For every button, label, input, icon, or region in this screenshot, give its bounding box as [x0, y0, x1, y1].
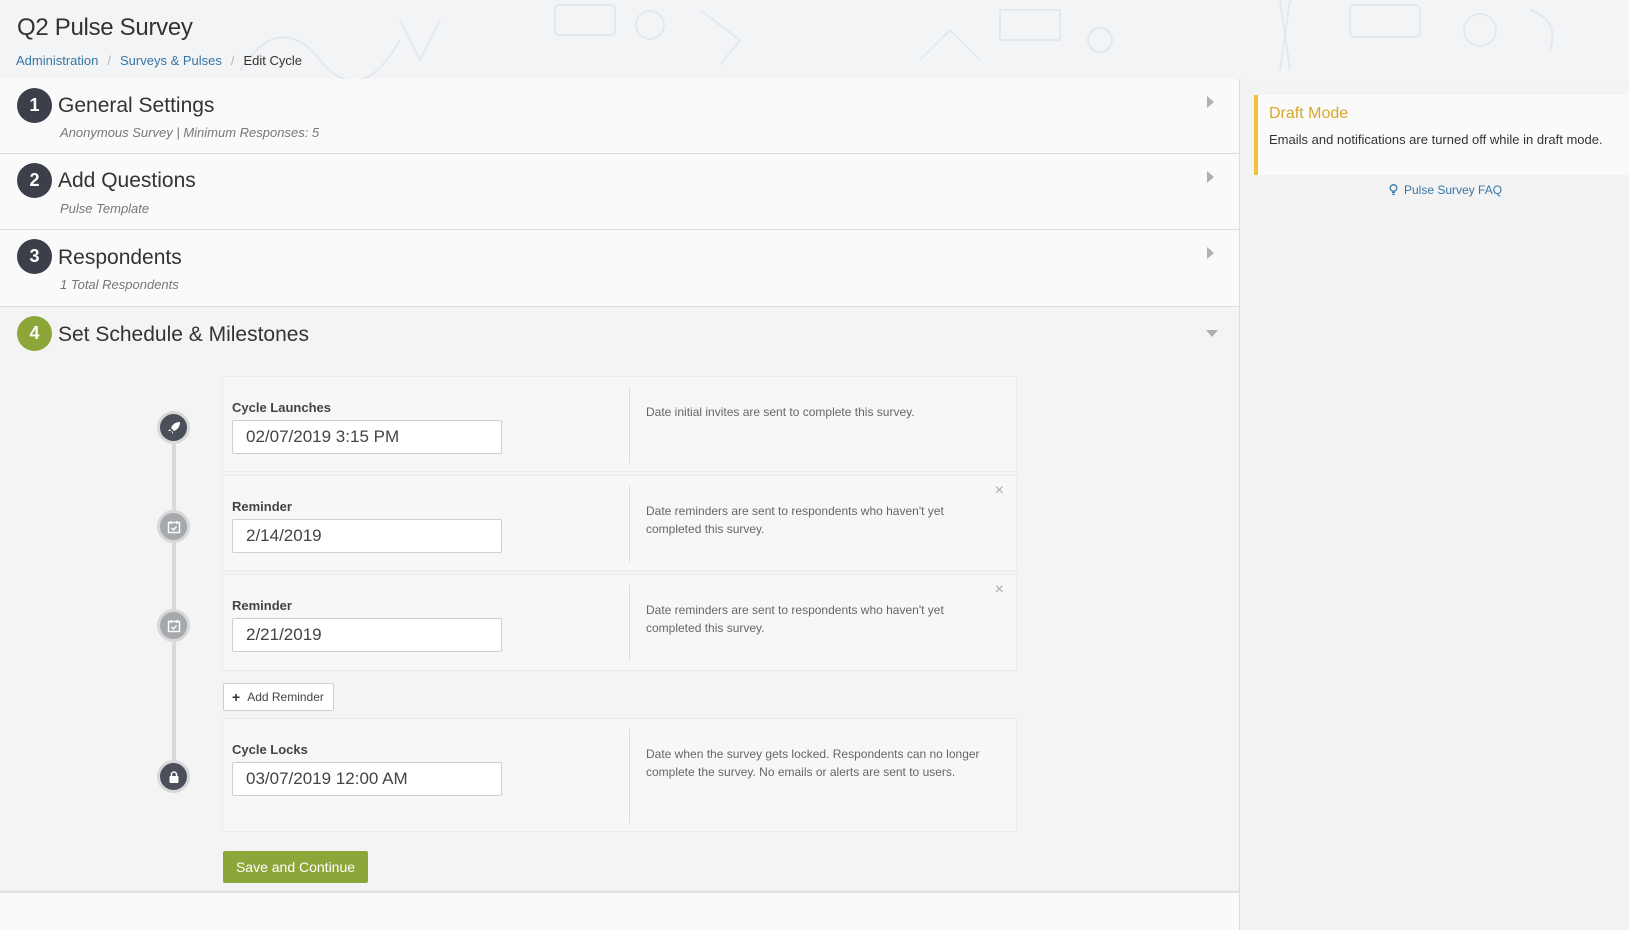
card-divider [629, 387, 630, 463]
section-respondents[interactable]: 3 Respondents 1 Total Respondents [0, 230, 1239, 307]
step-number: 4 [17, 316, 52, 351]
section-title[interactable]: Set Schedule & Milestones [58, 323, 309, 347]
card-divider [629, 486, 630, 562]
draft-mode-notice: Draft Mode Emails and notifications are … [1254, 95, 1629, 175]
breadcrumb-link-surveys-pulses[interactable]: Surveys & Pulses [120, 53, 222, 68]
step-number: 1 [17, 88, 52, 123]
section-title: Add Questions [58, 169, 196, 192]
section-title: Respondents [58, 246, 182, 269]
faq-link-label[interactable]: Pulse Survey FAQ [1404, 183, 1502, 197]
chevron-right-icon [1207, 96, 1214, 108]
breadcrumb-separator: / [107, 53, 111, 68]
lightbulb-icon [1389, 184, 1398, 196]
chevron-right-icon [1207, 171, 1214, 183]
draft-mode-body: Emails and notifications are turned off … [1269, 132, 1603, 147]
section-general-settings[interactable]: 1 General Settings Anonymous Survey | Mi… [0, 79, 1239, 154]
breadcrumb-link-administration[interactable]: Administration [16, 53, 98, 68]
milestone-label: Reminder [232, 499, 292, 514]
reminder-date-input[interactable]: 2/21/2019 [232, 618, 502, 652]
breadcrumb-separator: / [230, 53, 235, 68]
reminder-date-input[interactable]: 2/14/2019 [232, 519, 502, 553]
milestone-card-launch: Cycle Launches 02/07/2019 3:15 PM Date i… [222, 376, 1017, 472]
milestone-card-reminder: Reminder 2/14/2019 Date reminders are se… [222, 475, 1017, 571]
chevron-right-icon [1207, 247, 1214, 259]
footer-strip [0, 892, 1239, 930]
breadcrumb: Administration / Surveys & Pulses / Edit… [16, 53, 302, 68]
step-number: 2 [17, 163, 52, 198]
save-and-continue-button[interactable]: Save and Continue [223, 851, 368, 883]
draft-mode-title: Draft Mode [1269, 105, 1349, 122]
milestone-description: Date reminders are sent to respondents w… [646, 504, 944, 536]
calendar-check-icon [157, 510, 190, 543]
milestone-description: Date when the survey gets locked. Respon… [646, 747, 980, 779]
launch-date-input[interactable]: 02/07/2019 3:15 PM [232, 420, 502, 454]
add-reminder-label: Add Reminder [247, 690, 324, 704]
milestone-description: Date reminders are sent to respondents w… [646, 603, 944, 635]
breadcrumb-current: Edit Cycle [243, 53, 303, 68]
milestone-label: Cycle Launches [232, 400, 331, 415]
step-number: 3 [17, 239, 52, 274]
section-subtitle: Pulse Template [60, 201, 150, 216]
page-title: Q2 Pulse Survey [17, 14, 193, 41]
plus-icon: + [232, 689, 241, 705]
milestone-card-reminder: Reminder 2/21/2019 Date reminders are se… [222, 574, 1017, 671]
close-icon[interactable]: × [995, 482, 1004, 500]
card-divider [629, 585, 630, 661]
chevron-down-icon[interactable] [1206, 330, 1218, 337]
milestone-label: Reminder [232, 598, 292, 613]
section-subtitle: 1 Total Respondents [60, 277, 179, 292]
page-header: Q2 Pulse Survey Administration / Surveys… [0, 0, 1629, 80]
calendar-check-icon [157, 609, 190, 642]
section-title: General Settings [58, 94, 215, 117]
rocket-icon [157, 411, 190, 444]
card-divider [629, 729, 630, 823]
section-subtitle: Anonymous Survey | Minimum Responses: 5 [60, 125, 320, 140]
section-add-questions[interactable]: 2 Add Questions Pulse Template [0, 154, 1239, 230]
milestone-description: Date initial invites are sent to complet… [646, 405, 915, 419]
milestone-label: Cycle Locks [232, 742, 308, 757]
add-reminder-button[interactable]: + Add Reminder [223, 683, 334, 711]
lock-date-input[interactable]: 03/07/2019 12:00 AM [232, 762, 502, 796]
lock-icon [157, 760, 190, 793]
milestone-card-lock: Cycle Locks 03/07/2019 12:00 AM Date whe… [222, 718, 1017, 832]
close-icon[interactable]: × [995, 581, 1004, 599]
sidebar: Draft Mode Emails and notifications are … [1241, 79, 1629, 930]
header-background-pattern [239, 0, 1554, 79]
faq-link[interactable]: Pulse Survey FAQ [1389, 183, 1502, 197]
